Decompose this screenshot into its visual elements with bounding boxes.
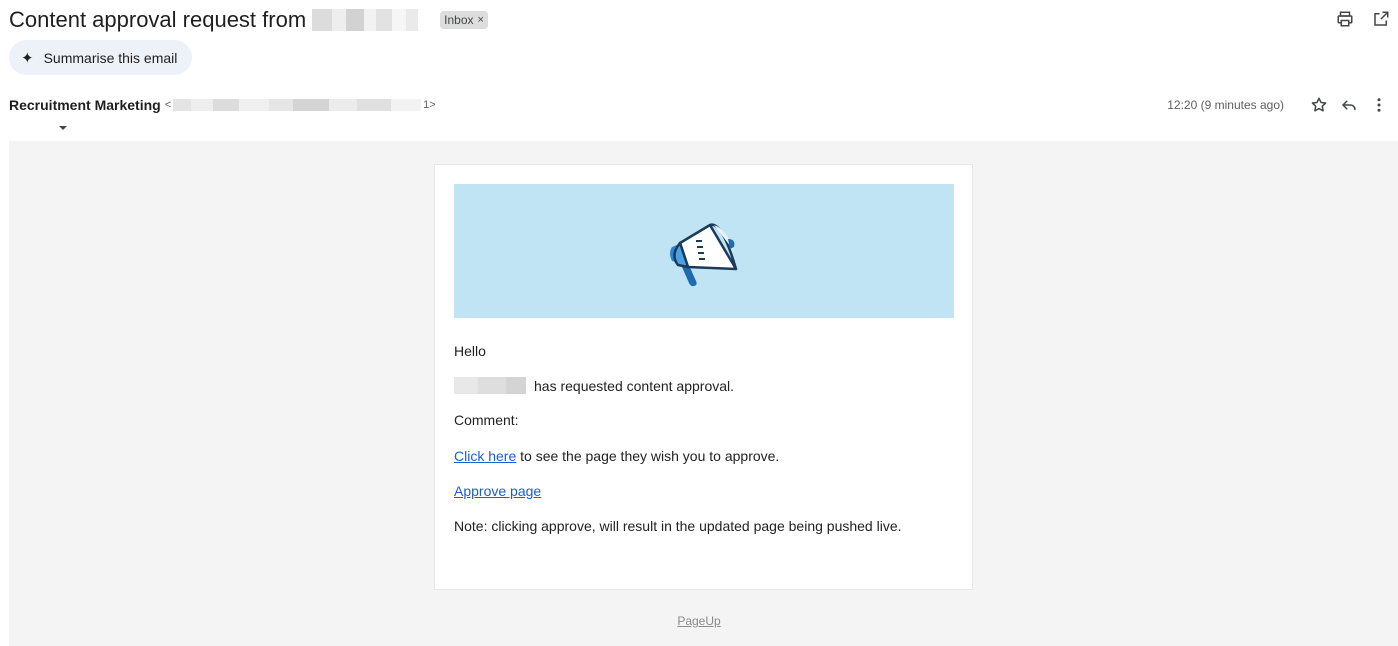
- email-subject: Content approval request from: [9, 7, 307, 32]
- message-meta: 12:20 (9 minutes ago): [1167, 94, 1390, 116]
- email-content-card: Hello has requested content approval. Co…: [434, 164, 973, 590]
- approve-line: Approve page: [454, 483, 954, 499]
- pageup-link[interactable]: PageUp: [677, 614, 720, 628]
- summarise-label: Summarise this email: [43, 49, 178, 66]
- reply-icon[interactable]: [1338, 94, 1360, 116]
- open-in-new-window-icon[interactable]: [1370, 8, 1392, 30]
- click-here-link[interactable]: Click here: [454, 448, 516, 464]
- redacted-sender-name: [312, 9, 419, 31]
- sender-name: Recruitment Marketing: [9, 97, 161, 113]
- redacted-requester-name: [454, 377, 530, 394]
- star-icon[interactable]: [1308, 94, 1330, 116]
- footer: PageUp: [0, 614, 1398, 628]
- sender-email: < 1>: [165, 99, 436, 111]
- banner: [454, 184, 954, 318]
- sparkle-icon: ✦: [21, 49, 34, 67]
- summarise-email-button[interactable]: ✦ Summarise this email: [9, 40, 192, 75]
- sender-row: Recruitment Marketing < 1>: [9, 96, 436, 114]
- comment-label: Comment:: [454, 412, 519, 428]
- request-line: has requested content approval.: [454, 377, 954, 394]
- sender-email-open: <: [164, 99, 172, 111]
- approval-note: Note: clicking approve, will result in t…: [454, 518, 902, 534]
- subject-row: Content approval request from Inbox ×: [9, 4, 488, 36]
- requested-text: has requested content approval.: [534, 377, 735, 394]
- greeting: Hello: [454, 343, 486, 359]
- more-vert-icon[interactable]: [1368, 94, 1390, 116]
- sender-email-close: 1>: [423, 99, 436, 111]
- print-icon[interactable]: [1334, 8, 1356, 30]
- redacted-sender-email: [173, 99, 422, 111]
- remove-label-icon[interactable]: ×: [478, 14, 484, 26]
- inbox-label-text: Inbox: [444, 13, 474, 27]
- timestamp: 12:20 (9 minutes ago): [1167, 98, 1284, 112]
- inbox-label-chip[interactable]: Inbox ×: [440, 11, 488, 29]
- megaphone-icon: [670, 223, 738, 287]
- caret-down-icon[interactable]: [58, 119, 68, 130]
- click-here-suffix: to see the page they wish you to approve…: [520, 448, 780, 464]
- approve-page-link[interactable]: Approve page: [454, 483, 541, 499]
- top-toolbar: [1334, 8, 1392, 30]
- click-here-line: Click here to see the page they wish you…: [454, 448, 954, 464]
